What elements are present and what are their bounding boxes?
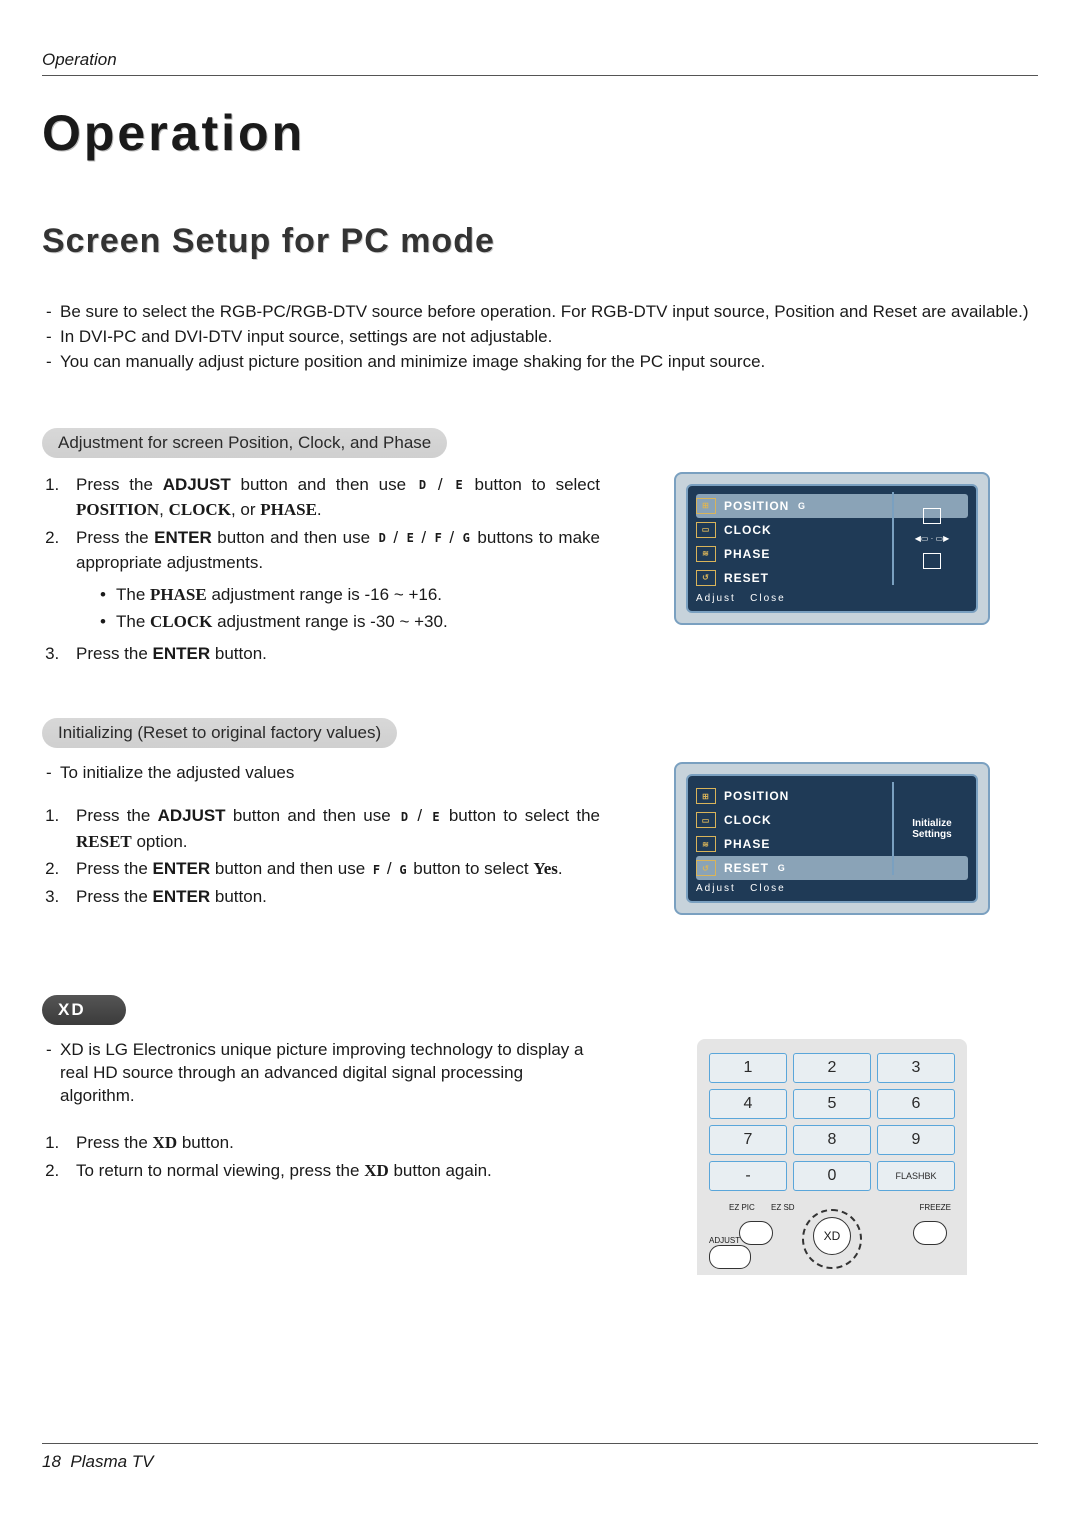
keypad-button: 6 [877, 1089, 955, 1119]
steps-list: Press the ADJUST button and then use D /… [42, 803, 600, 909]
section-heading-pill: Initializing (Reset to original factory … [42, 718, 397, 748]
sub-bullet: The PHASE adjustment range is -16 ~ +16. [100, 582, 600, 608]
position-icon: ⊞ [696, 498, 716, 514]
step-item: Press the ENTER button and then use F / … [64, 856, 600, 882]
osd-screenshot-position: ⊞POSITION G ▭CLOCK ≋PHASE ↺RESET ◀▭ · ▭▶… [674, 472, 990, 625]
keypad-button: 0 [793, 1161, 871, 1191]
keypad-button: 2 [793, 1053, 871, 1083]
ezsd-label: EZ SD [771, 1203, 795, 1212]
section-heading-pill: Adjustment for screen Position, Clock, a… [42, 428, 447, 458]
lead-bullet: XD is LG Electronics unique picture impr… [42, 1039, 600, 1108]
page-number: 18 [42, 1452, 61, 1471]
keypad-button: 5 [793, 1089, 871, 1119]
footer-label: Plasma TV [70, 1452, 153, 1471]
monitor-icon [923, 553, 941, 569]
running-header: Operation [42, 50, 1038, 76]
intro-bullet: Be sure to select the RGB-PC/RGB-DTV sou… [42, 301, 1038, 324]
clock-icon: ▭ [696, 522, 716, 538]
step-item: Press the ADJUST button and then use D /… [64, 472, 600, 523]
steps-list: Press the XD button. To return to normal… [42, 1130, 600, 1183]
osd-screenshot-reset: ⊞POSITION ▭CLOCK ≋PHASE ↺RESET G Initial… [674, 762, 990, 915]
xd-button: XD [813, 1217, 851, 1255]
keypad-button: - [709, 1161, 787, 1191]
keypad-button: 1 [709, 1053, 787, 1083]
page-footer: 18 Plasma TV [42, 1443, 1038, 1472]
steps-list: Press the ADJUST button and then use D /… [42, 472, 600, 667]
reset-icon: ↺ [696, 860, 716, 876]
keypad-button: 9 [877, 1125, 955, 1155]
step-item: Press the ADJUST button and then use D /… [64, 803, 600, 854]
freeze-label: FREEZE [919, 1203, 951, 1212]
step-item: Press the ENTER button and then use D / … [64, 525, 600, 635]
keypad-button: 7 [709, 1125, 787, 1155]
adjust-label: ADJUST [709, 1236, 740, 1245]
initialize-label: Initialize Settings [894, 818, 970, 840]
phase-icon: ≋ [696, 546, 716, 562]
lead-bullet: To initialize the adjusted values [42, 762, 600, 785]
keypad-button: 4 [709, 1089, 787, 1119]
step-item: Press the ENTER button. [64, 884, 600, 910]
phase-icon: ≋ [696, 836, 716, 852]
section-heading-pill-dark: XD [42, 995, 126, 1025]
step-item: To return to normal viewing, press the X… [64, 1158, 600, 1184]
keypad-button: 8 [793, 1125, 871, 1155]
keypad-button-flashbk: FLASHBK [877, 1161, 955, 1191]
sub-bullet: The CLOCK adjustment range is -30 ~ +30. [100, 609, 600, 635]
remote-control-illustration: 1 2 3 4 5 6 7 8 9 - 0 FLASHBK EZ PIC EZ … [697, 1039, 967, 1275]
step-item: Press the ENTER button. [64, 641, 600, 667]
intro-bullet: You can manually adjust picture position… [42, 351, 1038, 374]
intro-bullet: In DVI-PC and DVI-DTV input source, sett… [42, 326, 1038, 349]
reset-icon: ↺ [696, 570, 716, 586]
step-item: Press the XD button. [64, 1130, 600, 1156]
monitor-icon [923, 508, 941, 524]
position-icon: ⊞ [696, 788, 716, 804]
ezpic-label: EZ PIC [729, 1203, 755, 1212]
ezpic-button [739, 1221, 773, 1245]
adjust-button [709, 1245, 751, 1269]
keypad-button: 3 [877, 1053, 955, 1083]
freeze-button [913, 1221, 947, 1245]
clock-icon: ▭ [696, 812, 716, 828]
intro-bullets: Be sure to select the RGB-PC/RGB-DTV sou… [42, 301, 1038, 374]
page-subtitle: Screen Setup for PC mode [42, 222, 1038, 261]
page-title: Operation [42, 104, 1038, 162]
